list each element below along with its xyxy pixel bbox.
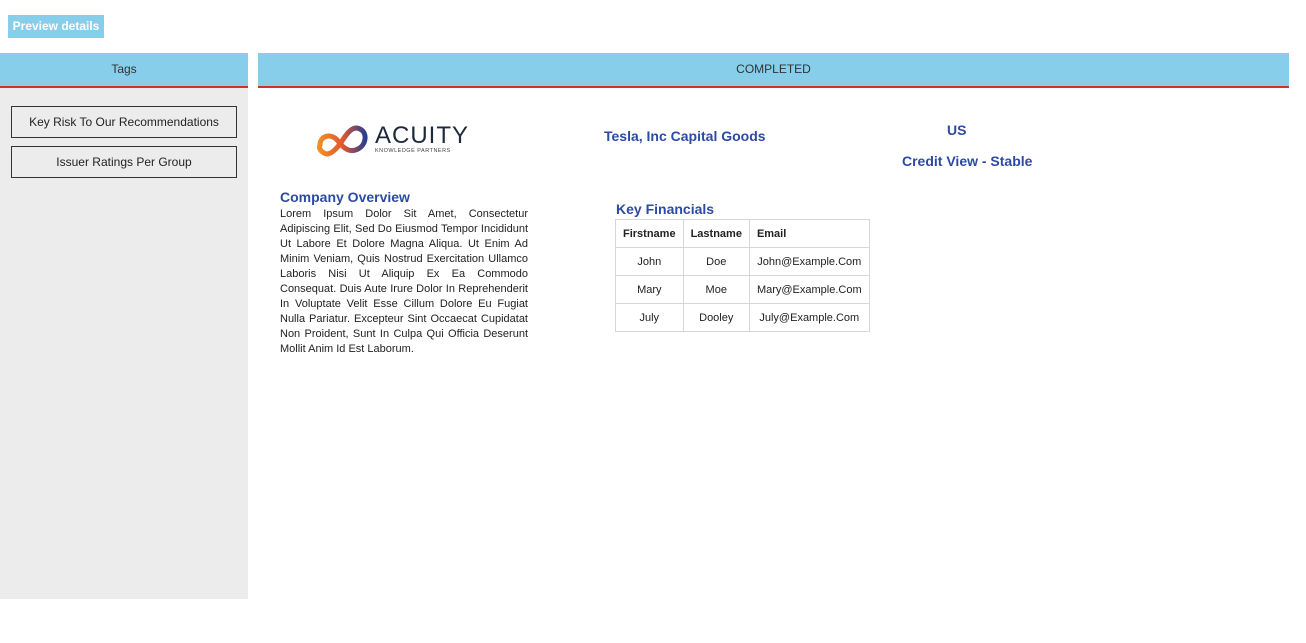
column-header: Lastname <box>682 219 750 248</box>
table-cell: John@Example.Com <box>748 247 870 276</box>
logo-tagline: KNOWLEDGE PARTNERS <box>375 148 451 154</box>
table-cell: Dooley <box>682 303 750 332</box>
tags-sidebar: Tags Key Risk To Our Recommendations Iss… <box>0 53 248 599</box>
credit-view-label: Credit View - Stable <box>902 153 1033 169</box>
table-cell: Moe <box>682 275 750 304</box>
table-cell: July@Example.Com <box>748 303 870 332</box>
status-header: COMPLETED <box>258 53 1289 88</box>
company-name: Tesla, Inc Capital Goods <box>604 128 766 144</box>
tag-key-risk-button[interactable]: Key Risk To Our Recommendations <box>11 106 237 138</box>
table-cell: Mary <box>615 275 684 304</box>
tag-issuer-ratings-button[interactable]: Issuer Ratings Per Group <box>11 146 237 178</box>
company-overview-title: Company Overview <box>280 189 410 205</box>
table-cell: John <box>615 247 684 276</box>
table-row: July Dooley July@Example.Com <box>615 303 870 332</box>
country-label: US <box>947 122 967 138</box>
column-header: Email <box>748 219 870 248</box>
table-header-row: Firstname Lastname Email <box>615 219 870 248</box>
acuity-logo-icon <box>317 125 368 157</box>
table-row: Mary Moe Mary@Example.Com <box>615 275 870 304</box>
company-overview-text: Lorem Ipsum Dolor Sit Amet, Consectetur … <box>280 208 528 355</box>
table-row: John Doe John@Example.Com <box>615 247 870 276</box>
key-financials-table: Firstname Lastname Email John Doe John@E… <box>615 219 870 332</box>
column-header: Firstname <box>615 219 684 248</box>
table-cell: Mary@Example.Com <box>748 275 870 304</box>
key-financials-title: Key Financials <box>616 201 715 217</box>
table-cell: Doe <box>682 247 750 276</box>
preview-details-button[interactable]: Preview details <box>8 15 104 38</box>
logo-wordmark: ACUITY <box>375 122 470 149</box>
table-cell: July <box>615 303 684 332</box>
tags-header: Tags <box>0 53 248 88</box>
